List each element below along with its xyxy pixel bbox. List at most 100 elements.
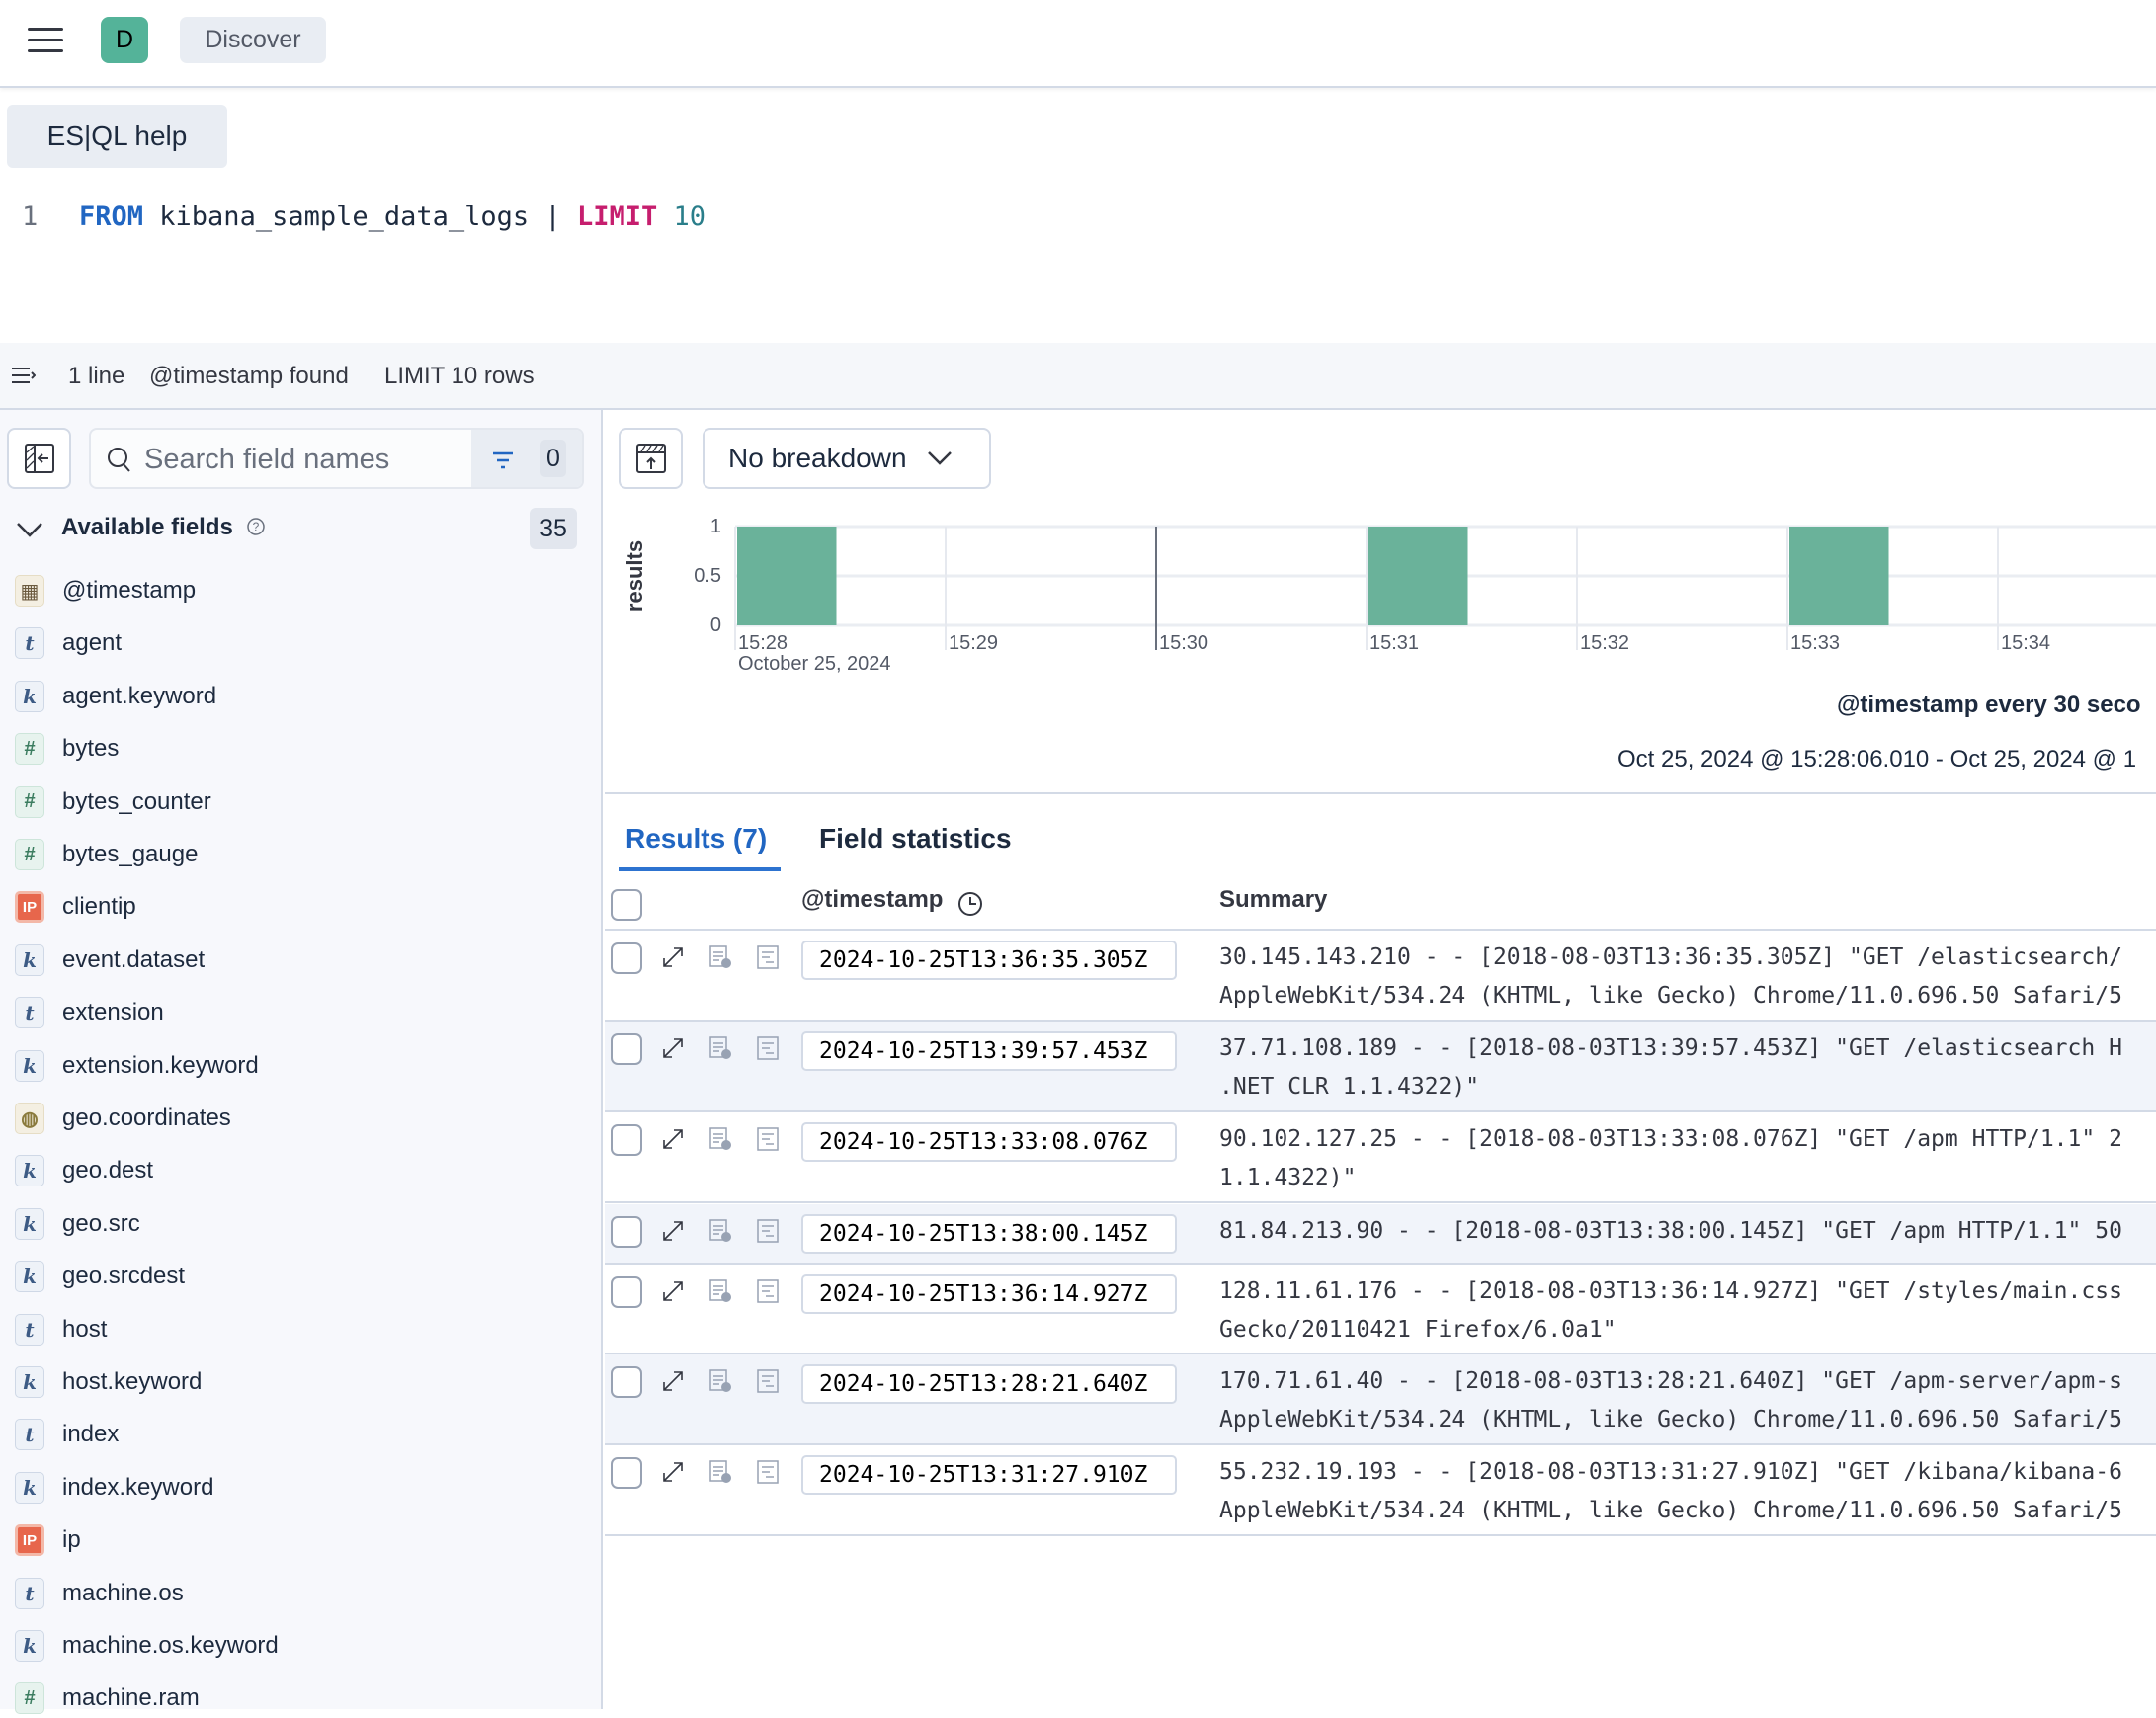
document-icon[interactable] [755, 944, 781, 970]
row-checkbox[interactable] [611, 942, 642, 974]
breakdown-select[interactable]: No breakdown [703, 428, 991, 489]
field-name: host [62, 1315, 108, 1343]
field-name: geo.coordinates [62, 1104, 231, 1131]
field-item[interactable]: ▦ @timestamp [15, 571, 196, 611]
field-item[interactable]: k host.keyword [15, 1362, 202, 1402]
field-name: event.dataset [62, 945, 206, 973]
expand-icon[interactable] [660, 1278, 686, 1304]
table-row[interactable]: 2024-10-25T13:33:08.076Z 90.102.127.25 - … [605, 1112, 2156, 1203]
avatar[interactable]: D [101, 17, 148, 63]
compare-icon[interactable] [707, 1218, 733, 1244]
field-name: index [62, 1421, 120, 1448]
field-item[interactable]: k agent.keyword [15, 677, 216, 716]
esql-help-button[interactable]: ES|QL help [7, 105, 227, 168]
document-icon[interactable] [755, 1278, 781, 1304]
field-name: extension.keyword [62, 1051, 259, 1079]
table-row[interactable]: 2024-10-25T13:28:21.640Z 170.71.61.40 - -… [605, 1354, 2156, 1445]
expand-icon[interactable] [660, 944, 686, 970]
row-checkbox[interactable] [611, 1366, 642, 1398]
compare-icon[interactable] [707, 1459, 733, 1485]
table-row[interactable]: 2024-10-25T13:31:27.910Z 55.232.19.193 - … [605, 1445, 2156, 1536]
toggle-chart-button[interactable] [619, 428, 683, 489]
field-item[interactable]: t extension [15, 993, 164, 1032]
table-row[interactable]: 2024-10-25T13:36:14.927Z 128.11.61.176 - … [605, 1265, 2156, 1355]
field-item[interactable]: k geo.srcdest [15, 1257, 185, 1296]
tab-results[interactable]: Results (7) [625, 823, 767, 855]
table-row[interactable]: 2024-10-25T13:38:00.145Z 81.84.213.90 - -… [605, 1204, 2156, 1265]
field-item[interactable]: k geo.src [15, 1204, 140, 1244]
row-checkbox[interactable] [611, 1033, 642, 1065]
row-checkbox[interactable] [611, 1216, 642, 1248]
compare-icon[interactable] [707, 1035, 733, 1061]
field-name: geo.src [62, 1209, 140, 1237]
table-row[interactable]: 2024-10-25T13:39:57.453Z 37.71.108.189 - … [605, 1022, 2156, 1112]
help-icon[interactable]: ? [246, 517, 266, 536]
timestamp-cell[interactable]: 2024-10-25T13:38:00.145Z [801, 1214, 1177, 1254]
field-name: agent [62, 629, 123, 657]
timestamp-cell[interactable]: 2024-10-25T13:33:08.076Z [801, 1122, 1177, 1162]
histogram-chart: 15:28 15:29 15:30 15:31 15:32 15:33 15:34 Octob… [622, 516, 2156, 675]
field-item[interactable]: t host [15, 1310, 107, 1350]
x-tick-label: 15:33 [1790, 632, 1840, 654]
select-all-checkbox[interactable] [611, 889, 642, 921]
available-fields-label[interactable]: Available fields [61, 514, 233, 541]
search-field-names-input[interactable]: Search field names 0 [89, 428, 584, 489]
field-item[interactable]: k extension.keyword [15, 1046, 259, 1086]
table-row[interactable]: 2024-10-25T13:36:35.305Z 30.145.143.210 -… [605, 931, 2156, 1022]
status-lines: 1 line [68, 363, 125, 389]
column-header-summary[interactable]: Summary [1219, 886, 1327, 914]
expand-icon[interactable] [660, 1218, 686, 1244]
row-checkbox[interactable] [611, 1457, 642, 1489]
field-item[interactable]: ◍ geo.coordinates [15, 1099, 231, 1138]
row-checkbox[interactable] [611, 1276, 642, 1308]
summary-cell: 55.232.19.193 - - [2018-08-03T13:31:27.9… [1219, 1459, 2122, 1523]
field-name: clientip [62, 893, 136, 921]
field-item[interactable]: t index [15, 1415, 119, 1454]
timestamp-cell[interactable]: 2024-10-25T13:31:27.910Z [801, 1455, 1177, 1495]
compare-icon[interactable] [707, 944, 733, 970]
field-item[interactable]: # bytes_gauge [15, 835, 198, 874]
field-item[interactable]: IP ip [15, 1520, 81, 1560]
document-icon[interactable] [755, 1368, 781, 1394]
field-item[interactable]: t agent [15, 623, 122, 663]
document-icon[interactable] [755, 1035, 781, 1061]
timestamp-cell[interactable]: 2024-10-25T13:28:21.640Z [801, 1364, 1177, 1404]
field-item[interactable]: # bytes_counter [15, 782, 211, 822]
timestamp-cell[interactable]: 2024-10-25T13:36:35.305Z [801, 941, 1177, 980]
expand-icon[interactable] [660, 1368, 686, 1394]
hamburger-icon[interactable] [28, 28, 63, 53]
field-item[interactable]: # bytes [15, 729, 119, 769]
column-header-timestamp[interactable]: @timestamp [801, 886, 943, 914]
field-item[interactable]: t machine.os [15, 1574, 184, 1613]
field-item[interactable]: k geo.dest [15, 1151, 153, 1190]
field-filter-button[interactable]: 0 [471, 430, 582, 487]
editor-status-bar: 1 line @timestamp found LIMIT 10 rows [0, 343, 2156, 410]
chevron-down-icon[interactable] [16, 520, 43, 539]
timestamp-cell[interactable]: 2024-10-25T13:36:14.927Z [801, 1274, 1177, 1314]
keyword-type-icon: k [15, 1261, 44, 1293]
compare-icon[interactable] [707, 1368, 733, 1394]
field-item[interactable]: # machine.ram [15, 1678, 200, 1718]
document-icon[interactable] [755, 1218, 781, 1244]
field-item[interactable]: k machine.os.keyword [15, 1626, 279, 1666]
query-editor[interactable]: FROM kibana_sample_data_logs | LIMIT 10 [79, 202, 705, 232]
document-icon[interactable] [755, 1459, 781, 1485]
expand-icon[interactable] [660, 1126, 686, 1152]
breadcrumb-discover[interactable]: Discover [180, 17, 326, 63]
collapse-sidebar-button[interactable] [7, 428, 71, 489]
keyword-type-icon: k [15, 1155, 44, 1187]
timestamp-cell[interactable]: 2024-10-25T13:39:57.453Z [801, 1031, 1177, 1071]
compare-icon[interactable] [707, 1278, 733, 1304]
compare-icon[interactable] [707, 1126, 733, 1152]
expand-icon[interactable] [660, 1035, 686, 1061]
row-checkbox[interactable] [611, 1124, 642, 1156]
tab-field-statistics[interactable]: Field statistics [819, 823, 1012, 855]
field-item[interactable]: k event.dataset [15, 941, 205, 980]
field-name: @timestamp [62, 577, 197, 604]
field-item[interactable]: IP clientip [15, 887, 136, 927]
number-type-icon: # [15, 733, 44, 766]
expand-icon[interactable] [660, 1459, 686, 1485]
field-item[interactable]: k index.keyword [15, 1468, 213, 1508]
document-icon[interactable] [755, 1126, 781, 1152]
list-icon[interactable] [10, 365, 36, 386]
